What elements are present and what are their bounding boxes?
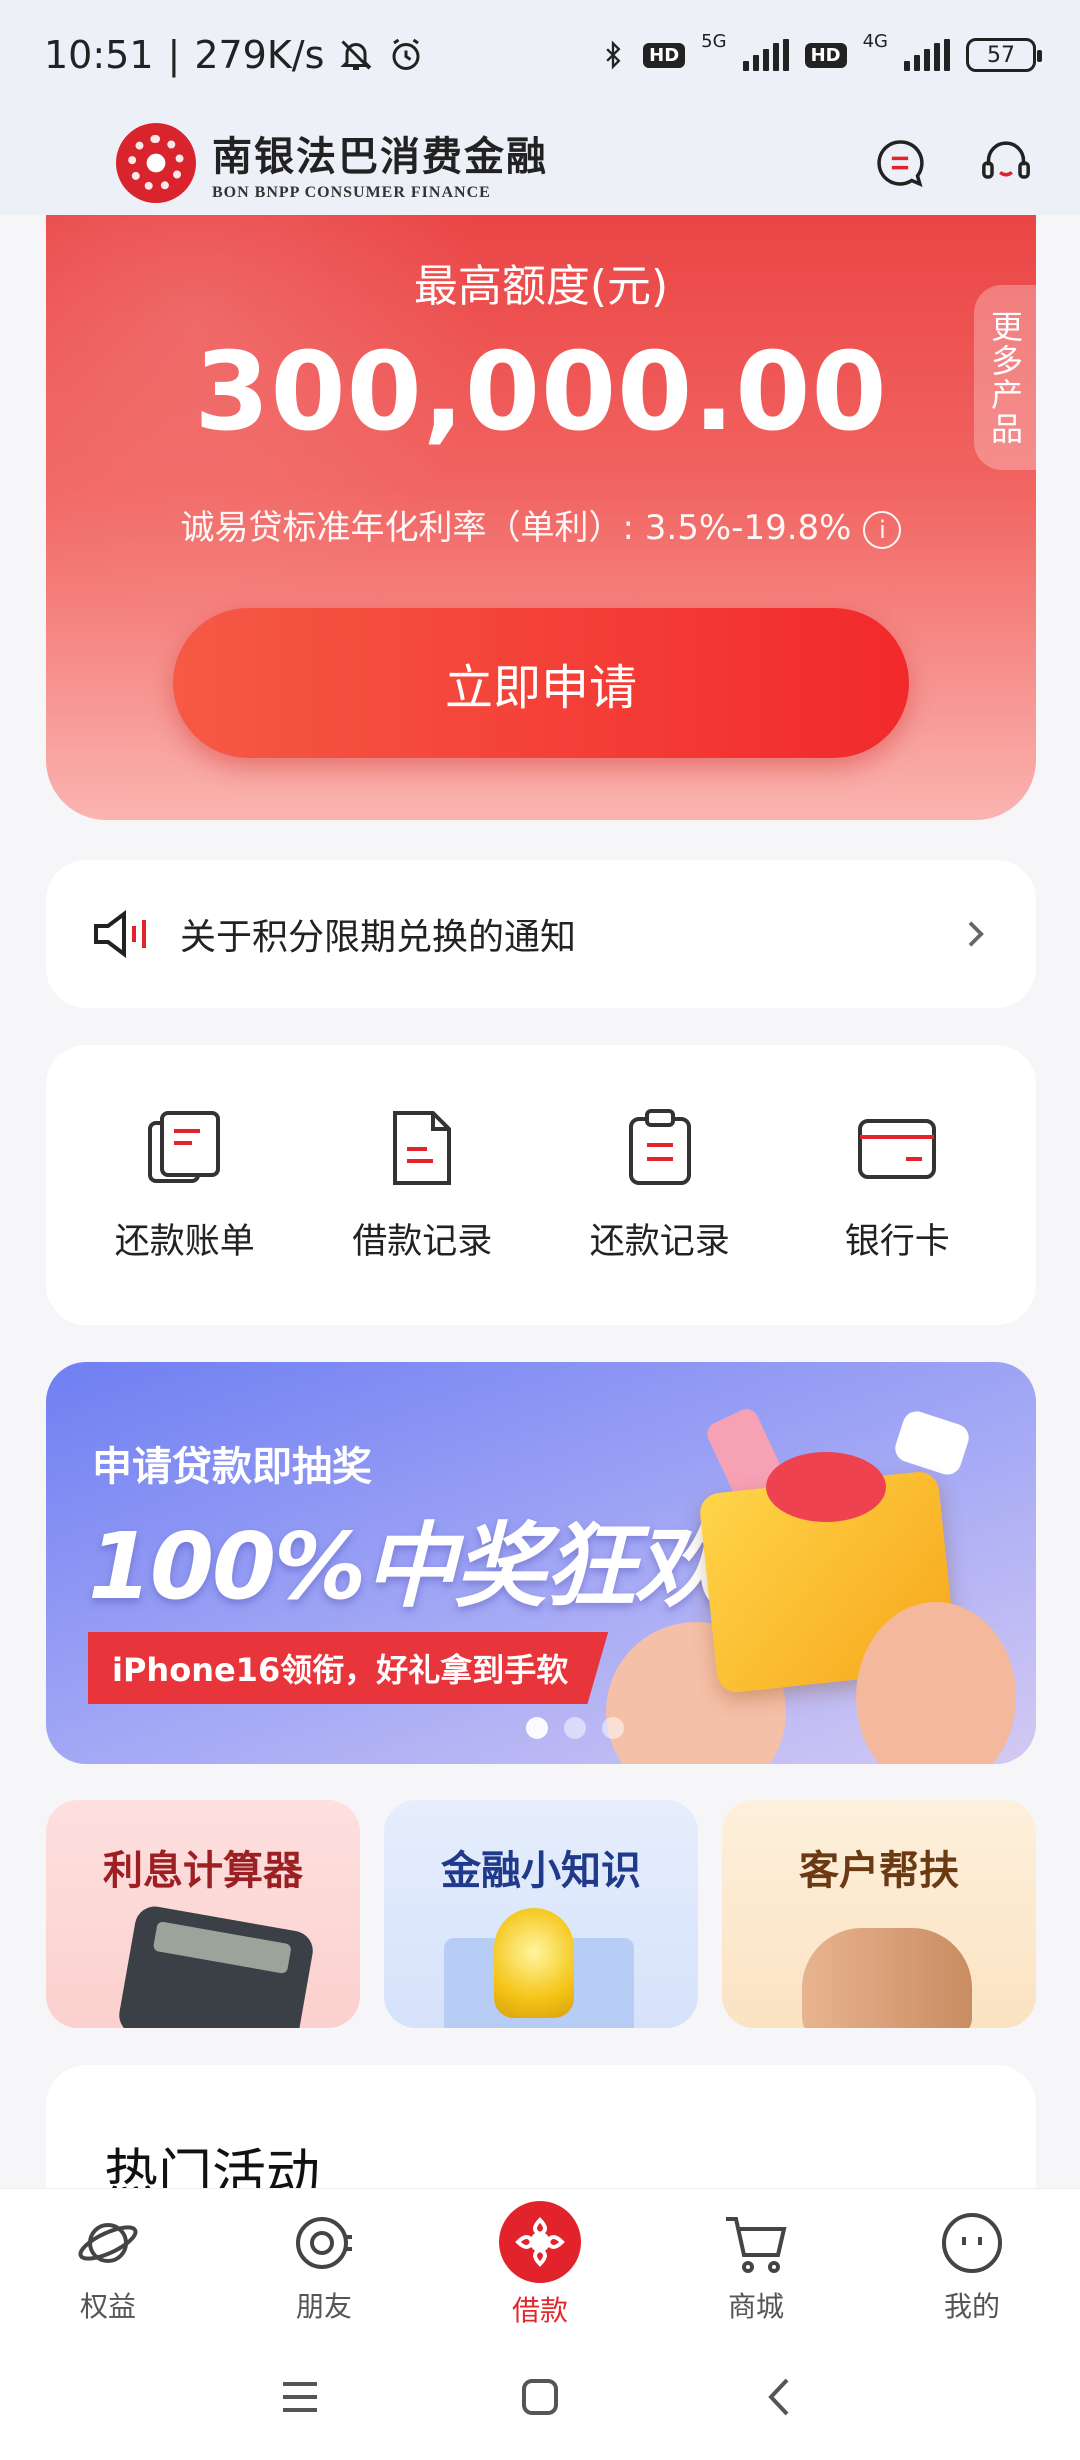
nav-label: 权益 [79, 2290, 136, 2323]
status-bar: 10:51 | 279K/s HD 5G HD 4G 57 [0, 0, 1080, 110]
quick-action-label: 还款账单 [114, 1221, 255, 1262]
pagination-dot[interactable] [526, 1717, 548, 1739]
status-time: 10:51 [44, 33, 154, 77]
document-icon [393, 1110, 452, 1185]
banner-tag: iPhone16领衔，好礼拿到手软 [88, 1632, 609, 1704]
app-header: 南银法巴消费金融 BON BNPP CONSUMER FINANCE [0, 110, 1080, 215]
loan-icon [499, 2201, 581, 2283]
limit-label: 最高额度(元) [413, 261, 669, 312]
nav-label: 我的 [943, 2290, 1000, 2323]
system-nav-bar [0, 2333, 1080, 2460]
signal-icon-2 [904, 39, 950, 71]
calculator-illustration [116, 1903, 316, 2028]
banner-title: 100%中奖狂欢 [88, 1513, 726, 1620]
nav-label: 借款 [511, 2294, 568, 2327]
brand-name-cn: 南银法巴消费金融 [212, 132, 548, 180]
apply-now-button[interactable]: 立即申请 [173, 608, 909, 758]
limit-amount: 300,000.00 [194, 330, 888, 455]
back-icon[interactable] [755, 2372, 805, 2422]
quick-action-label: 借款记录 [352, 1221, 493, 1262]
rate-text: 诚易贷标准年化利率（单利）: 3.5%-19.8% [180, 508, 852, 548]
battery-icon: 57 [966, 38, 1042, 72]
quick-action-loan-record[interactable]: 借款记录 [312, 1107, 532, 1264]
nav-item-profile[interactable]: 我的 [872, 2207, 1072, 2325]
customer-service-icon[interactable] [978, 135, 1034, 191]
quick-action-repay-bill[interactable]: 还款账单 [75, 1107, 295, 1264]
notice-text: 关于积分限期兑换的通知 [180, 917, 577, 958]
message-icon[interactable] [872, 135, 928, 191]
info-icon[interactable]: i [863, 510, 902, 549]
network-5g: 5G [701, 30, 727, 52]
notice-bar[interactable]: 关于积分限期兑换的通知 [46, 860, 1036, 1008]
logo-flower-icon [116, 122, 196, 203]
bottom-nav: 权益 朋友 借款 商城 我的 [0, 2188, 1080, 2333]
bill-icon [147, 1110, 220, 1183]
banner-pagination [526, 1717, 624, 1739]
clipboard-icon [628, 1108, 691, 1185]
brand-name-en: BON BNPP CONSUMER FINANCE [212, 183, 491, 201]
nav-label: 朋友 [295, 2290, 352, 2323]
interest-calculator-card[interactable]: 利息计算器 [46, 1800, 360, 2028]
feature-cards: 利息计算器 金融小知识 客户帮扶 [46, 1800, 1036, 2028]
nav-item-loan[interactable]: 借款 [440, 2201, 640, 2329]
quick-actions: 还款账单 借款记录 还款记录 银行卡 [46, 1045, 1036, 1325]
bank-card-icon [858, 1118, 937, 1179]
alarm-icon [392, 38, 420, 70]
finance-knowledge-card[interactable]: 金融小知识 [384, 1800, 698, 2028]
credit-limit-card: 最高额度(元) 300,000.00 诚易贷标准年化利率（单利）: 3.5%-1… [46, 215, 1036, 820]
customer-help-card[interactable]: 客户帮扶 [722, 1800, 1036, 2028]
signal-icon [742, 39, 789, 71]
quick-action-label: 还款记录 [589, 1221, 730, 1262]
quick-action-bank-card[interactable]: 银行卡 [787, 1107, 1007, 1264]
promo-banner[interactable]: 申请贷款即抽奖 100%中奖狂欢 iPhone16领衔，好礼拿到手软 [46, 1362, 1036, 1764]
pagination-dot[interactable] [564, 1717, 586, 1739]
lightbulb-illustration [494, 1908, 574, 2018]
earbuds-illustration [891, 1407, 973, 1479]
nav-item-benefits[interactable]: 权益 [8, 2207, 208, 2325]
quick-action-label: 银行卡 [844, 1221, 950, 1262]
handshake-illustration [802, 1928, 972, 2028]
planet-icon [78, 2223, 138, 2263]
battery-level: 57 [987, 42, 1015, 68]
feature-title: 利息计算器 [103, 1848, 303, 1894]
friends-icon [296, 2217, 352, 2269]
network-4g: 4G [862, 30, 888, 52]
rate-info: 诚易贷标准年化利率（单利）: 3.5%-19.8% i [46, 500, 1036, 549]
feature-title: 客户帮扶 [799, 1848, 959, 1894]
profile-icon [942, 2213, 1002, 2273]
quick-action-repay-record[interactable]: 还款记录 [550, 1107, 770, 1264]
mute-bell-icon [340, 40, 373, 70]
chevron-right-icon [968, 921, 984, 947]
bluetooth-icon [606, 40, 621, 70]
banner-subtitle: 申请贷款即抽奖 [92, 1444, 372, 1490]
nav-label: 商城 [727, 2290, 784, 2323]
ribbon-illustration [766, 1452, 886, 1522]
menu-icon[interactable] [275, 2372, 325, 2422]
speaker-icon [94, 910, 146, 958]
cart-icon [726, 2217, 787, 2273]
status-speed: 279K/s [194, 33, 325, 77]
nav-item-friends[interactable]: 朋友 [224, 2207, 424, 2325]
brand-logo: 南银法巴消费金融 BON BNPP CONSUMER FINANCE [116, 122, 548, 203]
more-products-tab[interactable]: 更多产品 [974, 285, 1036, 470]
hd-badge: HD [643, 42, 686, 68]
nav-item-mall[interactable]: 商城 [656, 2207, 856, 2325]
home-icon[interactable] [515, 2372, 565, 2422]
feature-title: 金融小知识 [441, 1848, 641, 1894]
hd-badge-2: HD [804, 42, 847, 68]
pagination-dot[interactable] [602, 1717, 624, 1739]
